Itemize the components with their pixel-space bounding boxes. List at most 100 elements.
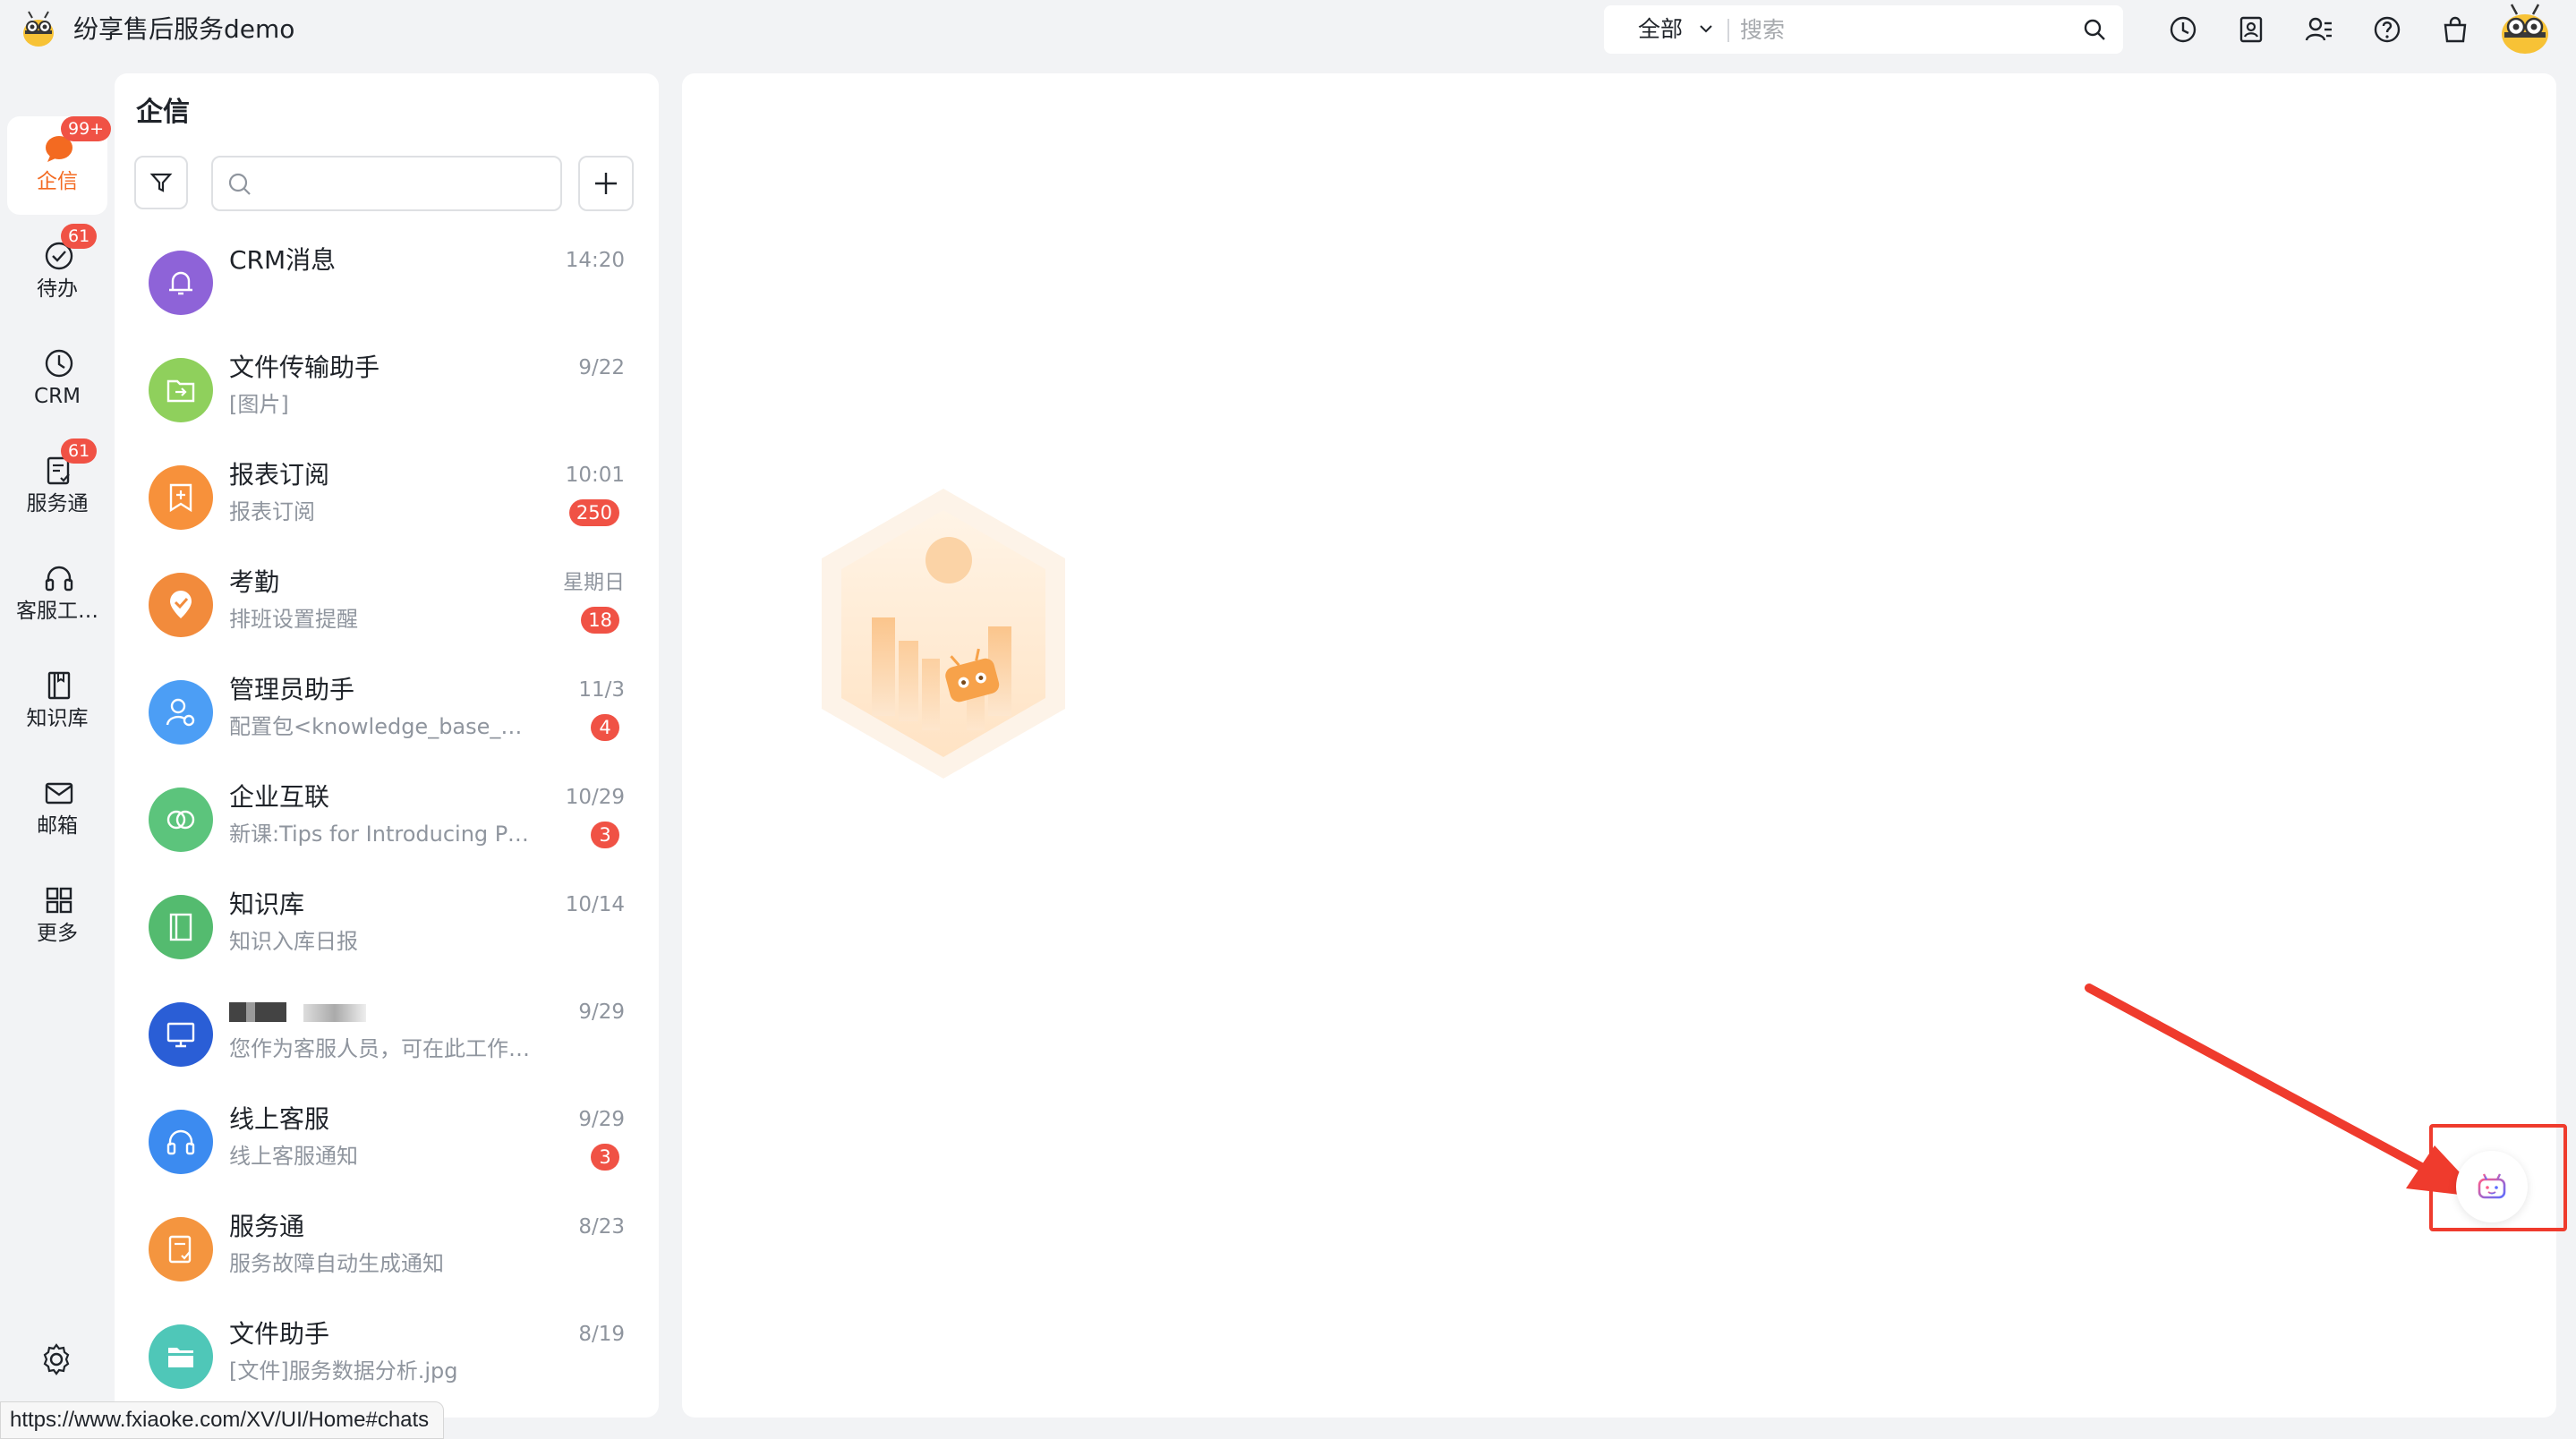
nav-label: 服务通: [26, 492, 89, 515]
status-bar-url: https://www.fxiaoke.com/XV/UI/Home#chats: [0, 1401, 445, 1439]
link-icon: [166, 810, 195, 830]
add-button[interactable]: [578, 156, 634, 211]
chat-name: 文件助手: [229, 1319, 330, 1349]
search-input[interactable]: [1740, 13, 2062, 47]
search-scope-select[interactable]: 全部: [1638, 5, 1683, 54]
chat-preview: 新课:Tips for Introducing Pro…: [229, 822, 533, 847]
chat-preview: 排班设置提醒: [229, 607, 358, 632]
nav-badge: 61: [61, 439, 98, 464]
chat-item-attendance[interactable]: 考勤 排班设置提醒 星期日 18: [115, 551, 659, 659]
headset-icon: [166, 1129, 195, 1155]
filter-icon: [149, 173, 173, 192]
empty-state-illustration: [822, 489, 1065, 779]
avatar: [149, 573, 213, 637]
avatar: [149, 1002, 213, 1067]
bell-icon: [169, 271, 192, 295]
nav-item-more[interactable]: 更多: [7, 868, 107, 966]
chat-list-panel: 企信 CRM消息 14:20 文件传输助手 [图片] 9/22 报表订阅 报表订…: [115, 73, 659, 1418]
chat-time: 星期日: [563, 571, 625, 594]
nav-item-todo[interactable]: 61 待办: [7, 224, 107, 322]
avatar: [149, 251, 213, 315]
avatar: [149, 1324, 213, 1389]
chat-name: 服务通: [229, 1212, 305, 1241]
nav-label: 企信: [37, 170, 78, 193]
chat-preview: [图片]: [229, 392, 289, 417]
chat-preview: [文件]服务数据分析.jpg: [229, 1358, 458, 1384]
chat-item-file-assistant[interactable]: 文件助手 [文件]服务数据分析.jpg 8/19: [115, 1303, 659, 1410]
chat-preview: 服务故障自动生成通知: [229, 1251, 444, 1276]
shopping-bag-icon[interactable]: [2440, 14, 2470, 45]
avatar: [149, 680, 213, 745]
chat-name: 管理员助手: [229, 675, 355, 704]
nav-label: 客服工…: [16, 600, 98, 623]
book-icon: [47, 671, 71, 700]
admin-icon: [166, 698, 195, 727]
attendance-icon: [170, 591, 192, 618]
nav-item-knowledge[interactable]: 知识库: [7, 653, 107, 752]
contacts-book-icon[interactable]: [2236, 14, 2266, 45]
user-avatar[interactable]: [2495, 2, 2555, 57]
report-icon: [169, 483, 192, 513]
bee-logo-icon: [23, 11, 54, 47]
chat-item-service-pass[interactable]: 服务通 服务故障自动生成通知 8/23: [115, 1196, 659, 1303]
chat-item-admin-assistant[interactable]: 管理员助手 配置包<knowledge_base_dat… 11/3 4: [115, 659, 659, 766]
chat-time: 9/29: [578, 1000, 625, 1024]
chat-time: 9/29: [578, 1108, 625, 1131]
chat-name: [229, 995, 533, 1029]
chat-item-report-subscription[interactable]: 报表订阅 报表订阅 10:01 250: [115, 444, 659, 551]
grid-icon: [46, 887, 73, 914]
chat-item-file-transfer[interactable]: 文件传输助手 [图片] 9/22: [115, 336, 659, 444]
chat-time: 9/22: [578, 356, 625, 379]
service-doc-icon: [168, 1235, 192, 1264]
app-name: 纷享售后服务demo: [73, 14, 295, 44]
chat-item-crm-messages[interactable]: CRM消息 14:20: [115, 229, 659, 336]
nav-item-service[interactable]: 61 服务通: [7, 439, 107, 537]
mail-icon: [45, 782, 73, 805]
chat-time: 11/3: [578, 678, 625, 702]
nav-label: 邮箱: [37, 814, 78, 838]
folder-transfer-icon: [166, 379, 195, 403]
chat-name: 知识库: [229, 890, 305, 919]
nav-label: 待办: [37, 277, 78, 301]
book-icon: [169, 913, 192, 941]
chat-name: 考勤: [229, 567, 280, 597]
chevron-down-icon[interactable]: [1695, 18, 1717, 39]
filter-button[interactable]: [134, 156, 188, 209]
avatar: [149, 895, 213, 959]
avatar: [149, 465, 213, 530]
plus-icon: [595, 173, 617, 194]
nav-label: 更多: [37, 922, 78, 945]
chat-name: CRM消息: [229, 245, 337, 275]
chat-item-knowledge-base[interactable]: 知识库 知识入库日报 10/14: [115, 873, 659, 981]
nav-item-customer-service[interactable]: 客服工…: [7, 546, 107, 644]
unread-badge: 4: [591, 714, 619, 741]
panel-title: 企信: [136, 97, 190, 128]
chat-search-input[interactable]: [211, 156, 562, 211]
search-divider: [1727, 19, 1729, 42]
unread-badge: 3: [591, 822, 619, 848]
search-icon[interactable]: [2082, 17, 2107, 42]
nav-item-messages[interactable]: 99+ 企信: [7, 116, 112, 215]
chat-item-enterprise-connect[interactable]: 企业互联 新课:Tips for Introducing Pro… 10/29 …: [115, 766, 659, 873]
ai-assistant-button[interactable]: [2456, 1151, 2528, 1222]
chat-time: 8/19: [578, 1323, 625, 1346]
clock-icon: [45, 349, 73, 378]
chat-name: 文件传输助手: [229, 353, 380, 382]
headset-icon: [45, 566, 73, 592]
nav-item-crm[interactable]: CRM: [7, 331, 107, 430]
user-manage-icon[interactable]: [2304, 14, 2334, 45]
chat-time: 14:20: [565, 249, 625, 272]
chat-preview: 配置包<knowledge_base_dat…: [229, 714, 533, 739]
avatar: [149, 358, 213, 422]
unread-badge: 18: [581, 607, 619, 634]
chat-name: 报表订阅: [229, 460, 330, 490]
history-clock-icon[interactable]: [2168, 14, 2198, 45]
chat-name: 企业互联: [229, 782, 330, 812]
help-icon[interactable]: [2372, 14, 2402, 45]
gear-icon[interactable]: [39, 1342, 73, 1376]
chat-preview: 报表订阅: [229, 499, 315, 524]
nav-item-mail[interactable]: 邮箱: [7, 761, 107, 859]
chat-item-service-desk[interactable]: 您作为客服人员，可在此工作… 9/29: [115, 981, 659, 1088]
robot-icon: [2478, 1173, 2506, 1199]
chat-item-online-service[interactable]: 线上客服 线上客服通知 9/29 3: [115, 1088, 659, 1196]
